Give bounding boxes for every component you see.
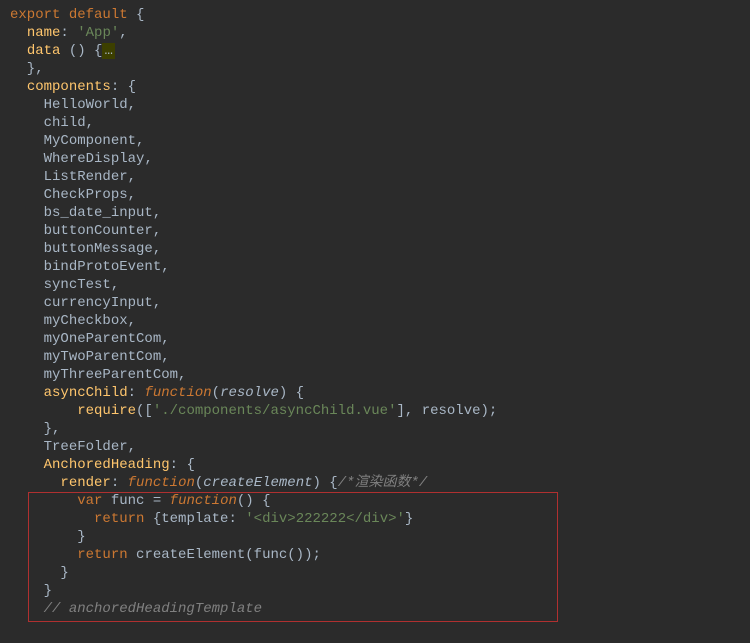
param-createElement: createElement [203,475,312,491]
brace: { [136,7,144,23]
param-resolve: resolve [220,385,279,401]
component-item: CheckProps [44,187,128,203]
kw-function: function [128,475,195,491]
component-item: buttonMessage [44,241,153,257]
component-item: TreeFolder [44,439,128,455]
component-item: ListRender [44,169,128,185]
kw-return: return [77,547,127,563]
component-item: HelloWorld [44,97,128,113]
str-name: 'App' [77,25,119,41]
kw-var: var [77,493,102,509]
kw-function: function [144,385,211,401]
component-item: buttonCounter [44,223,153,239]
var-func: func [111,493,145,509]
component-item: myCheckbox [44,313,128,329]
component-item: bindProtoEvent [44,259,162,275]
key-anchoredHeading: AnchoredHeading [44,457,170,473]
arg-resolve: resolve [422,403,481,419]
key-asyncChild: asyncChild [44,385,128,401]
str-template: '<div>222222</div>' [245,511,405,527]
component-item: myOneParentCom [44,331,162,347]
kw-function: function [170,493,237,509]
trailing-comment: // anchoredHeadingTemplate [44,601,262,617]
key-template: template [161,511,228,527]
kw-export: export [10,7,60,23]
key-name: name [27,25,61,41]
component-item: syncTest [44,277,111,293]
component-item: myTwoParentCom [44,349,162,365]
kw-require: require [77,403,136,419]
component-item: MyComponent [44,133,136,149]
fold-icon[interactable]: … [102,43,114,59]
component-item: currencyInput [44,295,153,311]
key-components: components [27,79,111,95]
component-item: child [44,115,86,131]
key-render: render [60,475,110,491]
comment-render: /*渲染函数*/ [338,475,428,491]
kw-default: default [69,7,128,23]
component-item: WhereDisplay [44,151,145,167]
kw-return: return [94,511,144,527]
key-data: data [27,43,61,59]
code-block: export default { name: 'App', data () {…… [0,0,750,628]
call-createElement: createElement(func()); [136,547,321,563]
data-paren: () [69,43,86,59]
component-item: myThreeParentCom [44,367,178,383]
component-item: bs_date_input [44,205,153,221]
str-require-path: './components/asyncChild.vue' [153,403,397,419]
